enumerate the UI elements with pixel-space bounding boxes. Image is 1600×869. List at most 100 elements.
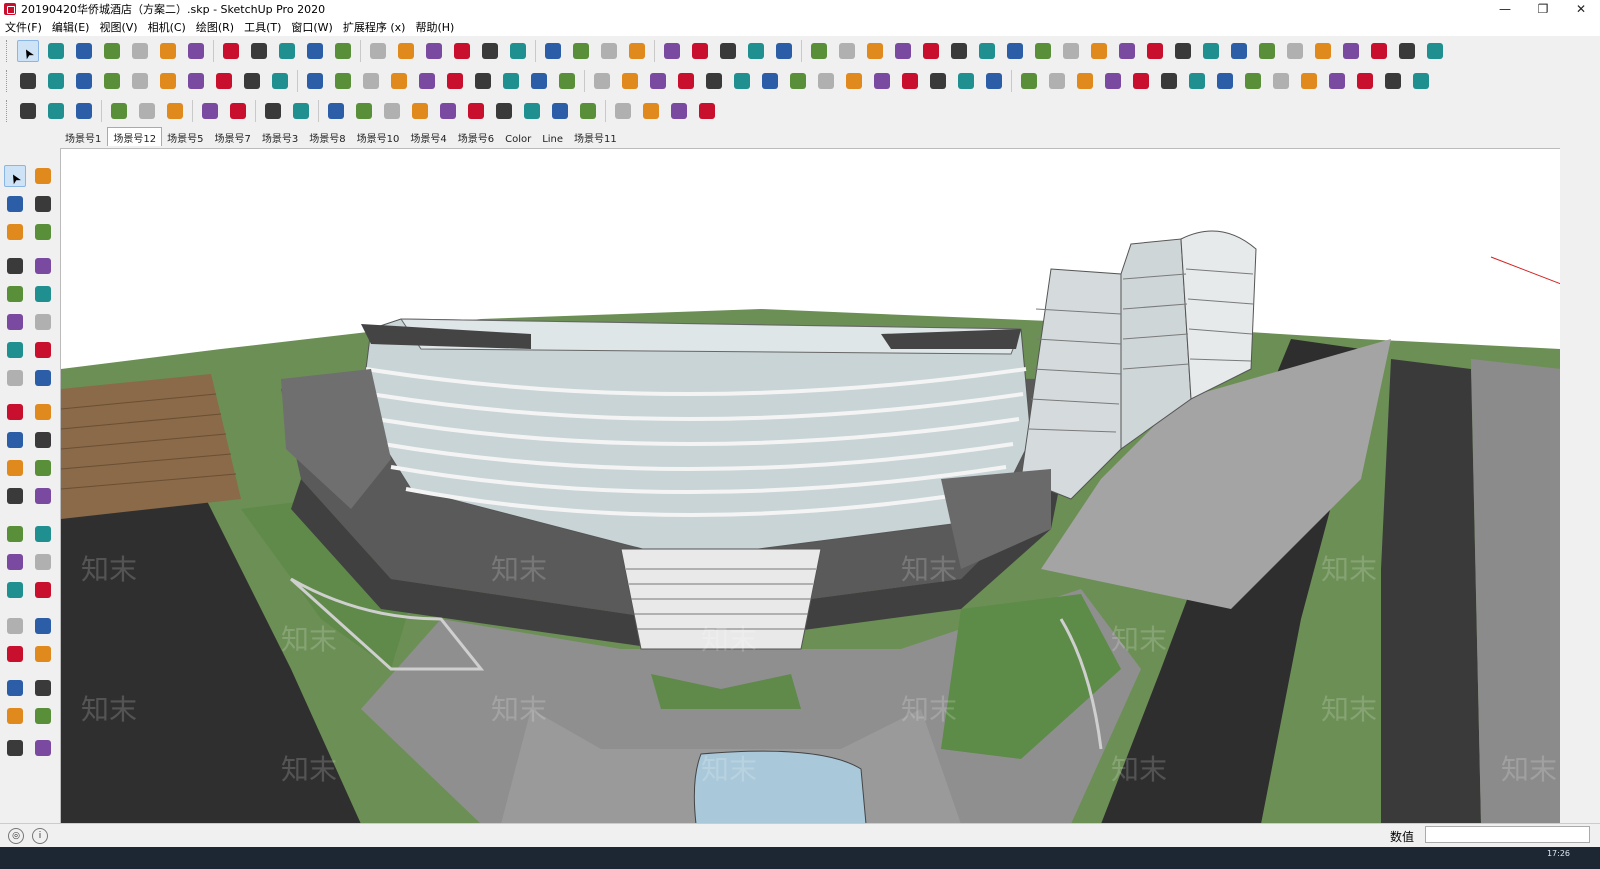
toolbar-button[interactable] (423, 40, 445, 62)
toolbar-button[interactable] (661, 40, 683, 62)
toolbar-button[interactable] (325, 100, 347, 122)
scene-tab-active[interactable]: 场景号12 (107, 127, 163, 146)
large-tool-button[interactable] (32, 579, 54, 601)
toolbar-button[interactable] (598, 40, 620, 62)
toolbar-button[interactable] (1270, 70, 1292, 92)
toolbar-button[interactable] (696, 100, 718, 122)
toolbar-button[interactable] (507, 40, 529, 62)
toolbar-button[interactable] (528, 70, 550, 92)
toolbar-button[interactable] (745, 40, 767, 62)
toolbar-button[interactable] (45, 70, 67, 92)
toolbar-button[interactable] (1214, 70, 1236, 92)
large-tool-button[interactable] (4, 401, 26, 423)
large-tool-button[interactable] (4, 737, 26, 759)
large-tool-button[interactable] (4, 221, 26, 243)
large-tool-button[interactable] (4, 429, 26, 451)
large-tool-button[interactable] (32, 311, 54, 333)
toolbar-button[interactable] (892, 40, 914, 62)
toolbar-button[interactable] (1130, 70, 1152, 92)
toolbar-button[interactable] (542, 40, 564, 62)
toolbar-button[interactable] (675, 70, 697, 92)
toolbar-button[interactable] (619, 70, 641, 92)
menu-edit[interactable]: 编辑(E) (47, 19, 95, 35)
toolbar-button[interactable] (1410, 70, 1432, 92)
scene-tab[interactable]: 场景号5 (162, 128, 209, 146)
large-tool-button[interactable] (32, 255, 54, 277)
toolbar-button[interactable] (955, 70, 977, 92)
toolbar-button[interactable] (1186, 70, 1208, 92)
toolbar-button[interactable] (815, 70, 837, 92)
toolbar-button[interactable] (227, 100, 249, 122)
large-tool-button[interactable] (32, 705, 54, 727)
large-tool-button[interactable] (32, 485, 54, 507)
toolbar-button[interactable] (451, 40, 473, 62)
toolbar-button[interactable] (129, 70, 151, 92)
large-tool-button[interactable] (32, 737, 54, 759)
toolbar-button[interactable] (199, 100, 221, 122)
scene-tab[interactable]: 场景号3 (257, 128, 304, 146)
large-tool-button[interactable] (4, 457, 26, 479)
toolbar-button[interactable] (17, 70, 39, 92)
toolbar-button[interactable] (213, 70, 235, 92)
toolbar-grip[interactable] (6, 100, 10, 122)
restore-button[interactable]: ❐ (1524, 0, 1562, 18)
toolbar-button[interactable] (871, 70, 893, 92)
large-tool-button[interactable] (32, 221, 54, 243)
toolbar-button[interactable] (773, 40, 795, 62)
scene-tab[interactable]: 场景号11 (569, 128, 623, 146)
toolbar-button[interactable] (808, 40, 830, 62)
toolbar-button[interactable] (241, 70, 263, 92)
large-tool-button[interactable] (32, 367, 54, 389)
toolbar-button[interactable] (269, 70, 291, 92)
toolbar-button[interactable] (640, 100, 662, 122)
toolbar-grip[interactable] (6, 40, 10, 62)
toolbar-button[interactable] (1382, 70, 1404, 92)
toolbar-button[interactable] (1340, 40, 1362, 62)
large-tool-button[interactable] (32, 615, 54, 637)
toolbar-button[interactable] (647, 70, 669, 92)
toolbar-button[interactable] (843, 70, 865, 92)
large-tool-button[interactable] (4, 485, 26, 507)
toolbar-button[interactable] (332, 40, 354, 62)
toolbar-button[interactable] (360, 70, 382, 92)
toolbar-button[interactable] (1004, 40, 1026, 62)
toolbar-button[interactable] (731, 70, 753, 92)
toolbar-button[interactable] (549, 100, 571, 122)
scene-tab[interactable]: 场景号10 (352, 128, 406, 146)
toolbar-button[interactable] (136, 100, 158, 122)
toolbar-button[interactable] (1046, 70, 1068, 92)
toolbar-button[interactable] (367, 40, 389, 62)
toolbar-button[interactable] (17, 100, 39, 122)
large-tool-button[interactable] (4, 283, 26, 305)
large-tool-button[interactable] (4, 193, 26, 215)
toolbar-button[interactable] (304, 40, 326, 62)
toolbar-button[interactable] (220, 40, 242, 62)
toolbar-button[interactable] (395, 40, 417, 62)
toolbar-button[interactable] (1200, 40, 1222, 62)
menu-view[interactable]: 视图(V) (94, 19, 142, 35)
menu-tools[interactable]: 工具(T) (239, 19, 286, 35)
toolbar-button[interactable] (1354, 70, 1376, 92)
toolbar-button[interactable] (185, 40, 207, 62)
toolbar-button[interactable] (1228, 40, 1250, 62)
large-tool-button[interactable] (4, 643, 26, 665)
large-tool-button[interactable] (4, 615, 26, 637)
large-tool-button[interactable] (32, 165, 54, 187)
scene-tab[interactable]: Color (500, 132, 537, 146)
scene-tab[interactable]: 场景号6 (453, 128, 500, 146)
scene-tab[interactable]: 场景号7 (209, 128, 256, 146)
toolbar-button[interactable] (353, 100, 375, 122)
toolbar-button[interactable] (1088, 40, 1110, 62)
model-viewport[interactable]: 知末 知末 知末 知末 知末 知末 知末 知末 知末 知末 知末 知末 知末 知末 知末 (60, 148, 1560, 823)
toolbar-button[interactable] (1368, 40, 1390, 62)
toolbar-button[interactable] (1060, 40, 1082, 62)
toolbar-button[interactable] (1242, 70, 1264, 92)
toolbar-button[interactable] (864, 40, 886, 62)
toolbar-button[interactable] (444, 70, 466, 92)
toolbar-button[interactable] (45, 100, 67, 122)
toolbar-button[interactable] (500, 70, 522, 92)
large-tool-button[interactable] (4, 551, 26, 573)
toolbar-button[interactable] (73, 70, 95, 92)
toolbar-button[interactable] (101, 70, 123, 92)
toolbar-button[interactable] (1256, 40, 1278, 62)
